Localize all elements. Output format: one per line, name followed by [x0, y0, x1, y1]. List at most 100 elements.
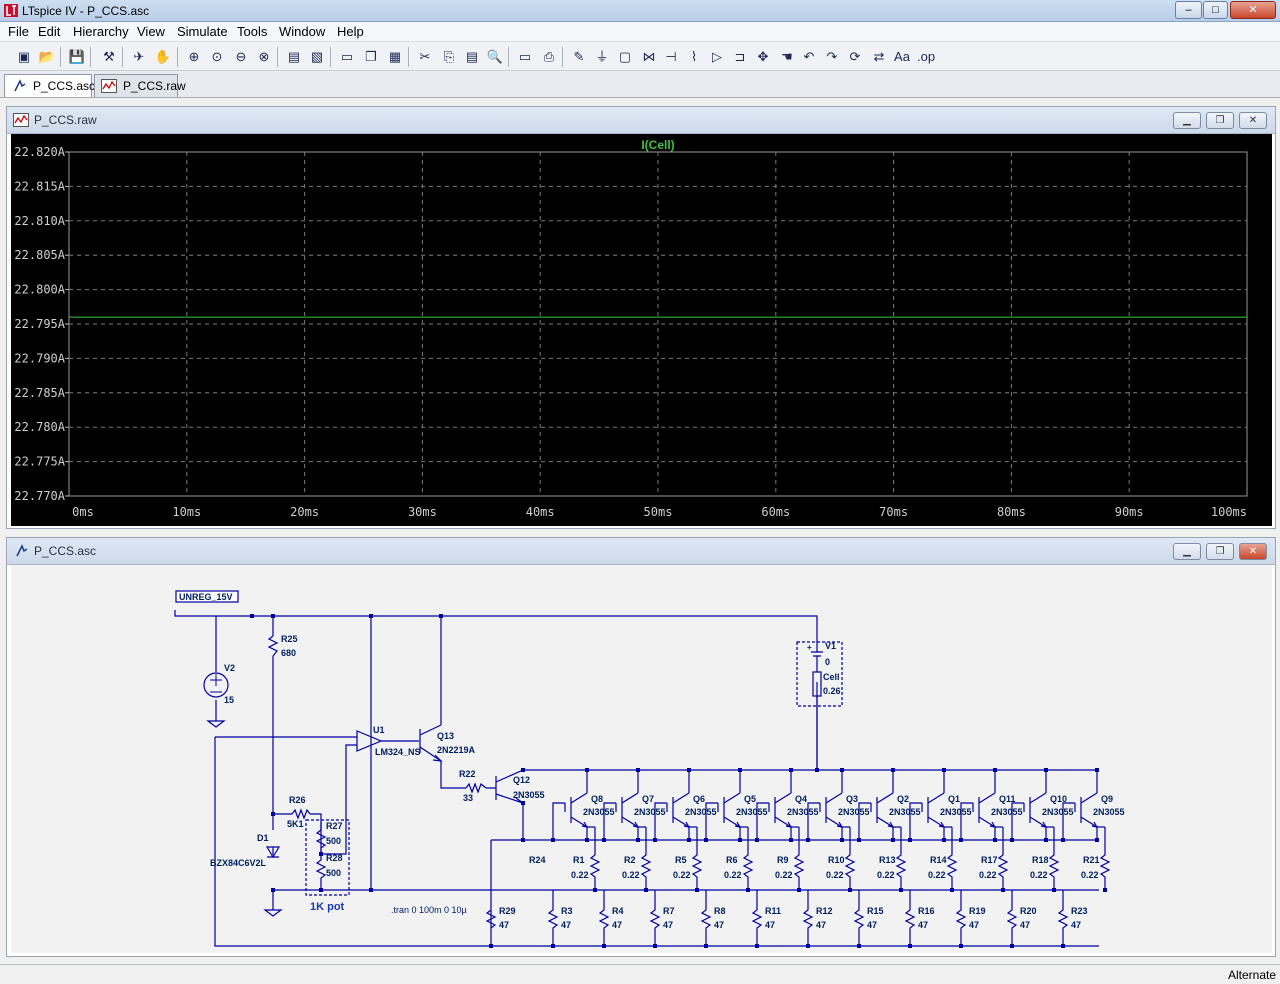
waveform-restore-button[interactable]: ❐	[1206, 112, 1234, 129]
find-icon[interactable]: 🔍	[486, 48, 504, 66]
junction-dot	[636, 838, 640, 842]
base-resistor-value: 47	[918, 920, 928, 930]
schematic-canvas[interactable]: UNREG_15V V2 15 R25 680 U1 LM324_NS Q13 …	[11, 565, 1272, 953]
zoom-cancel-icon[interactable]: ⊗	[255, 48, 273, 66]
cascade-icon[interactable]: ❐	[362, 48, 380, 66]
save-icon[interactable]: 💾	[68, 48, 86, 66]
junction-dot	[738, 768, 742, 772]
menu-window[interactable]: Window	[279, 24, 325, 39]
waveform-chart[interactable]: 22.820A 22.815A 22.810A 22.805A 22.800A 22.79…	[11, 134, 1272, 526]
label-icon[interactable]: ▢	[616, 48, 634, 66]
resistor-icon[interactable]: ⋈	[640, 48, 658, 66]
tab-label: P_CCS.asc	[33, 79, 96, 93]
junction-dot	[806, 838, 810, 842]
x-tick-label: 10ms	[172, 505, 201, 519]
component-icon[interactable]: ⊐	[731, 48, 749, 66]
spice-directive[interactable]: .tran 0 100m 0 10µ	[391, 905, 467, 915]
undo-icon[interactable]: ↶	[800, 48, 818, 66]
toolbar-separator	[562, 47, 563, 67]
q12-label: Q12	[513, 775, 530, 785]
cut-icon[interactable]: ✂	[416, 48, 434, 66]
status-mode: Alternate	[1227, 968, 1276, 982]
halt-icon[interactable]: ✋	[154, 48, 172, 66]
capacitor-icon[interactable]: ⊣	[662, 48, 680, 66]
menu-bar: File Edit Hierarchy View Simulate Tools Window…	[0, 22, 1280, 42]
run-icon[interactable]: ✈	[130, 48, 148, 66]
open-icon[interactable]: 📂	[38, 48, 56, 66]
power-transistor	[921, 770, 946, 840]
power-transistor	[564, 770, 589, 840]
zoom-in-icon[interactable]: ⊕	[185, 48, 203, 66]
tab-waveform[interactable]: P_CCS.raw	[94, 74, 186, 97]
y-tick-label: 22.780A	[14, 420, 65, 434]
close-button[interactable]: ✕	[1230, 1, 1276, 19]
redo-icon[interactable]: ↷	[823, 48, 841, 66]
diode-icon[interactable]: ▷	[708, 48, 726, 66]
new-schematic-icon[interactable]: ▣	[15, 48, 33, 66]
close-all-icon[interactable]: ▦	[386, 48, 404, 66]
menu-edit[interactable]: Edit	[38, 24, 60, 39]
control-panel-icon[interactable]: ⚒	[100, 48, 118, 66]
toolbar-separator	[90, 47, 91, 67]
inductor-icon[interactable]: ⌇	[685, 48, 703, 66]
maximize-button[interactable]: □	[1203, 1, 1228, 19]
move-icon[interactable]: ✥	[754, 48, 772, 66]
emitter-resistor-label: R6	[726, 855, 738, 865]
transistor-model: 2N3055	[838, 807, 870, 817]
emitter-resistor-label: R10	[828, 855, 845, 865]
menu-hierarchy[interactable]: Hierarchy	[73, 24, 129, 39]
menu-simulate[interactable]: Simulate	[177, 24, 228, 39]
print-icon[interactable]: ⎙	[540, 48, 558, 66]
base-resistor-label: R3	[561, 906, 573, 916]
mirror-icon[interactable]: ⇄	[870, 48, 888, 66]
base-resistor	[955, 890, 967, 946]
x-tick-label: 80ms	[997, 505, 1026, 519]
schematic-close-button[interactable]: ✕	[1239, 543, 1267, 560]
pot-label: 1K pot	[310, 901, 345, 913]
print-preview-icon[interactable]: ▭	[516, 48, 534, 66]
d1-zener	[265, 846, 281, 859]
power-transistor	[819, 770, 844, 840]
minimize-button[interactable]: –	[1175, 1, 1202, 19]
zoom-area-icon[interactable]: ⊙	[208, 48, 226, 66]
transistor-model: 2N3055	[583, 807, 615, 817]
r25-label: R25	[281, 634, 298, 644]
base-resistor-label: R16	[918, 906, 935, 916]
waveform-close-button[interactable]: ✕	[1239, 112, 1267, 129]
paste-icon[interactable]: ▤	[463, 48, 481, 66]
waveform-minimize-button[interactable]: ▁	[1173, 112, 1201, 129]
series-legend-label[interactable]: I(Cell)	[641, 138, 674, 152]
tab-schematic[interactable]: P_CCS.asc	[4, 74, 96, 97]
junction-dot	[755, 944, 759, 948]
menu-view[interactable]: View	[137, 24, 165, 39]
waveform-window-titlebar[interactable]: P_CCS.raw ▁ ❐ ✕	[7, 107, 1275, 134]
menu-help[interactable]: Help	[337, 24, 364, 39]
fit-icon[interactable]: ▧	[308, 48, 326, 66]
menu-file[interactable]: File	[8, 24, 29, 39]
text-icon[interactable]: Aa	[893, 48, 911, 66]
zoom-out-icon[interactable]: ⊖	[232, 48, 250, 66]
circuit-diagram[interactable]: UNREG_15V V2 15 R25 680 U1 LM324_NS Q13 …	[11, 565, 1272, 953]
emitter-resistor-value: 0.22	[979, 870, 997, 880]
junction-dot	[250, 614, 254, 618]
autorange-icon[interactable]: ▤	[285, 48, 303, 66]
menu-tools[interactable]: Tools	[237, 24, 267, 39]
toolbar-separator	[408, 47, 409, 67]
waveform-plot[interactable]: 22.820A 22.815A 22.810A 22.805A 22.800A 22.79…	[11, 134, 1272, 526]
schematic-restore-button[interactable]: ❐	[1206, 543, 1234, 560]
r29-value: 47	[499, 920, 509, 930]
drag-icon[interactable]: ☚	[778, 48, 796, 66]
rotate-icon[interactable]: ⟳	[846, 48, 864, 66]
emitter-resistor	[997, 827, 1009, 890]
ground-icon[interactable]: ⏚	[593, 48, 611, 66]
junction-dot	[891, 768, 895, 772]
spice-directive-icon[interactable]: .op	[917, 48, 935, 66]
base-resistor-label: R4	[612, 906, 624, 916]
tile-horizontal-icon[interactable]: ▭	[338, 48, 356, 66]
copy-icon[interactable]: ⎘	[440, 48, 458, 66]
junction-dot	[797, 888, 801, 892]
schematic-minimize-button[interactable]: ▁	[1173, 543, 1201, 560]
schematic-window-titlebar[interactable]: P_CCS.asc ▁ ❐ ✕	[7, 538, 1275, 565]
wire-icon[interactable]: ✎	[570, 48, 588, 66]
junction-dot	[602, 838, 606, 842]
